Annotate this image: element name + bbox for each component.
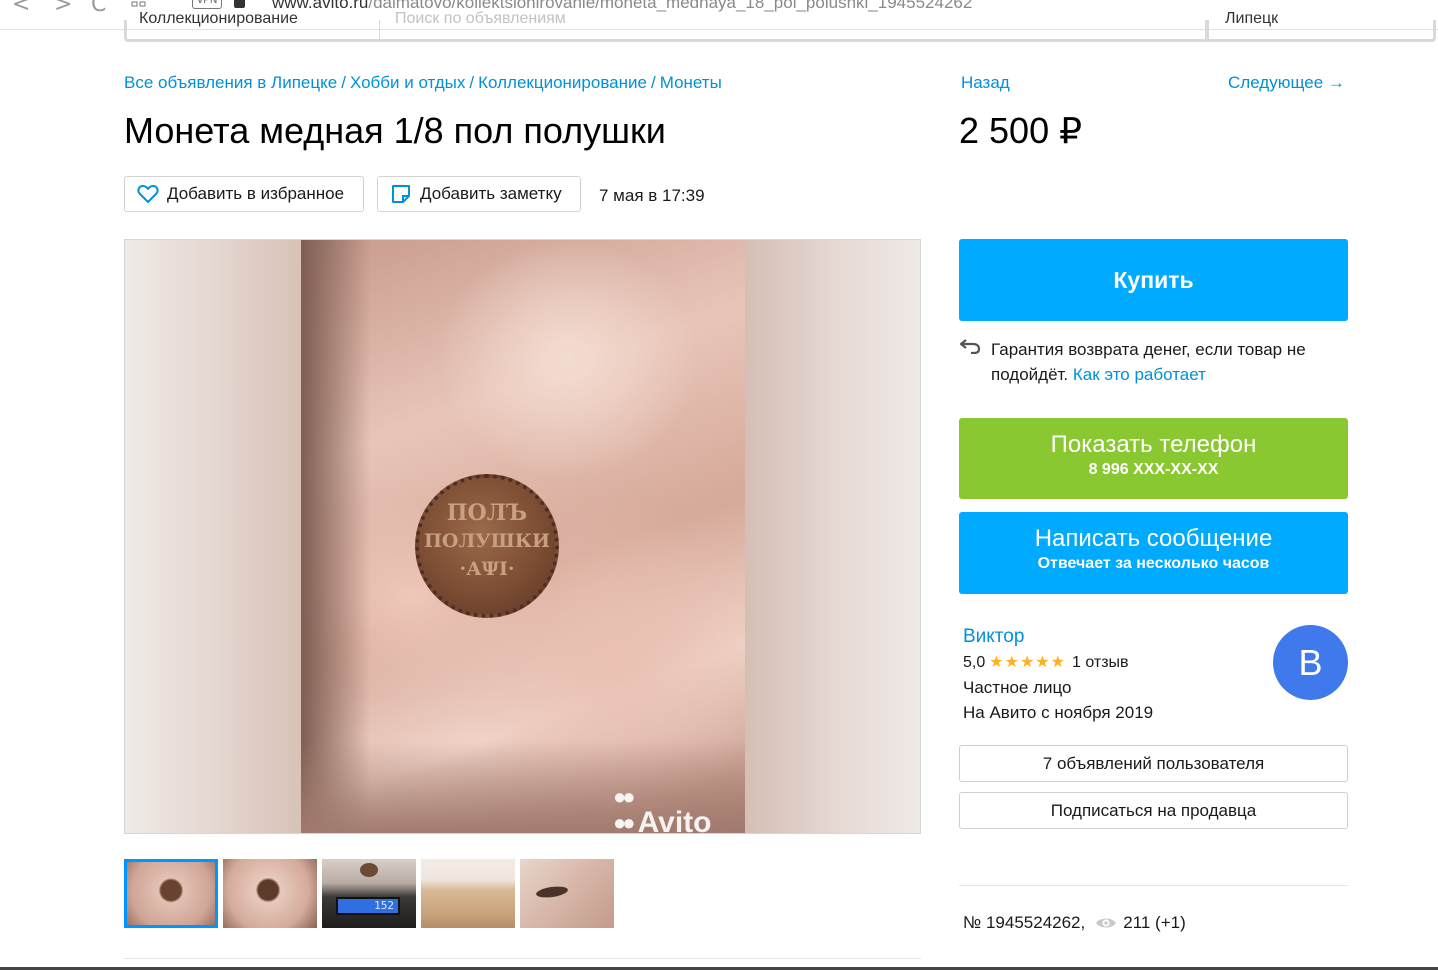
show-phone-button[interactable]: Показать телефон 8 996 XXX-XX-XX: [959, 418, 1348, 499]
thumbnail[interactable]: [520, 859, 614, 928]
breadcrumb-separator: /: [650, 73, 656, 92]
response-time: Отвечает за несколько часов: [1037, 555, 1270, 572]
write-message-button[interactable]: Написать сообщение Отвечает за несколько…: [959, 512, 1348, 594]
back-link[interactable]: Назад: [961, 73, 1010, 93]
search-divider: [1205, 20, 1209, 39]
subscribe-seller-button[interactable]: Подписаться на продавца: [959, 792, 1348, 829]
thumbnail[interactable]: 152: [322, 859, 416, 928]
divider: [124, 958, 921, 959]
masked-phone-number: 8 996 XXX-XX-XX: [1088, 461, 1219, 478]
search-location-select[interactable]: Липецк: [1225, 10, 1278, 28]
breadcrumb-item[interactable]: Монеты: [660, 73, 722, 92]
vpn-badge[interactable]: VPN: [192, 0, 222, 9]
money-back-guarantee: Гарантия возврата денег, если товар не п…: [991, 337, 1321, 387]
coin-inscription: ПОЛУШКИ: [423, 530, 551, 552]
browser-forward-icon[interactable]: >: [54, 0, 72, 17]
search-input[interactable]: Поиск по объявлениям: [395, 10, 566, 28]
ad-id: № 1945524262,: [963, 913, 1086, 932]
reviews-link[interactable]: 1 отзыв: [1072, 654, 1129, 671]
star-rating-icon: ★★★★★: [989, 654, 1066, 671]
avatar[interactable]: В: [1273, 625, 1348, 700]
seller-listings-button[interactable]: 7 объявлений пользователя: [959, 745, 1348, 782]
next-ad-link[interactable]: Следующее →: [1228, 73, 1345, 93]
avito-watermark: ●● ●● Avito: [613, 784, 712, 834]
show-phone-label: Показать телефон: [1050, 431, 1257, 458]
address-bar[interactable]: www.avito.ru/dalmatovo/kollektsionirovan…: [272, 0, 972, 13]
note-icon: [390, 183, 412, 205]
main-photo[interactable]: ПОЛЪ ПОЛУШКИ ·АΨІ· ●● ●● Avito: [301, 240, 745, 834]
gallery-blur-left: [125, 240, 301, 833]
rating-value: 5,0: [963, 654, 986, 671]
page-title: Монета медная 1/8 пол полушки: [124, 110, 666, 151]
heart-icon: [137, 184, 159, 204]
watermark-text: Avito: [637, 806, 712, 834]
search-category-select[interactable]: Коллекционирование: [139, 10, 298, 28]
photo-gallery[interactable]: ПОЛЪ ПОЛУШКИ ·АΨІ· ●● ●● Avito: [124, 239, 921, 834]
breadcrumb-item[interactable]: Все объявления в Липецке: [124, 73, 337, 92]
return-arrow-icon: [959, 338, 981, 359]
price: 2 500 ₽: [959, 110, 1082, 151]
breadcrumb-separator: /: [469, 73, 475, 92]
write-message-label: Написать сообщение: [1034, 525, 1273, 552]
browser-reload-icon[interactable]: C: [91, 0, 106, 17]
add-note-label: Добавить заметку: [420, 184, 562, 203]
breadcrumb-item[interactable]: Коллекционирование: [478, 73, 647, 92]
add-note-button[interactable]: Добавить заметку: [377, 176, 581, 212]
seller-rating: 5,0 ★★★★★ 1 отзыв: [963, 652, 1129, 672]
thumbnail[interactable]: [124, 859, 218, 928]
breadcrumb-item[interactable]: Хобби и отдых: [350, 73, 465, 92]
coin-image: ПОЛЪ ПОЛУШКИ ·АΨІ·: [415, 474, 559, 618]
eye-icon: [1095, 916, 1117, 930]
breadcrumb: Все объявления в Липецке / Хобби и отдых / К…: [124, 73, 722, 93]
divider: [959, 885, 1348, 886]
gallery-blur-right: [745, 240, 920, 833]
add-to-favorites-label: Добавить в избранное: [167, 184, 345, 203]
thumbnail[interactable]: [223, 859, 317, 928]
add-to-favorites-button[interactable]: Добавить в избранное: [124, 176, 364, 212]
coin-inscription: ·АΨІ·: [459, 558, 515, 580]
thumbnail[interactable]: [421, 859, 515, 928]
seller-type: Частное лицо: [963, 678, 1072, 697]
ad-meta: № 1945524262, 211 (+1): [963, 913, 1186, 933]
breadcrumb-separator: /: [341, 73, 346, 92]
publish-date: 7 мая в 17:39: [599, 186, 705, 205]
avito-logo-icon: ●● ●●: [613, 784, 635, 834]
view-count: 211 (+1): [1123, 913, 1186, 932]
how-it-works-link[interactable]: Как это работает: [1073, 365, 1206, 384]
seller-since: На Авито с ноября 2019: [963, 703, 1154, 722]
browser-back-icon[interactable]: <: [12, 0, 30, 17]
search-divider: [379, 20, 380, 39]
lock-icon: [234, 0, 245, 8]
search-bar: Коллекционирование Поиск по объявлениям …: [124, 10, 1436, 42]
buy-button[interactable]: Купить: [959, 239, 1348, 321]
seller-name-link[interactable]: Виктор: [963, 626, 1024, 648]
coin-inscription: ПОЛЪ: [446, 500, 528, 526]
